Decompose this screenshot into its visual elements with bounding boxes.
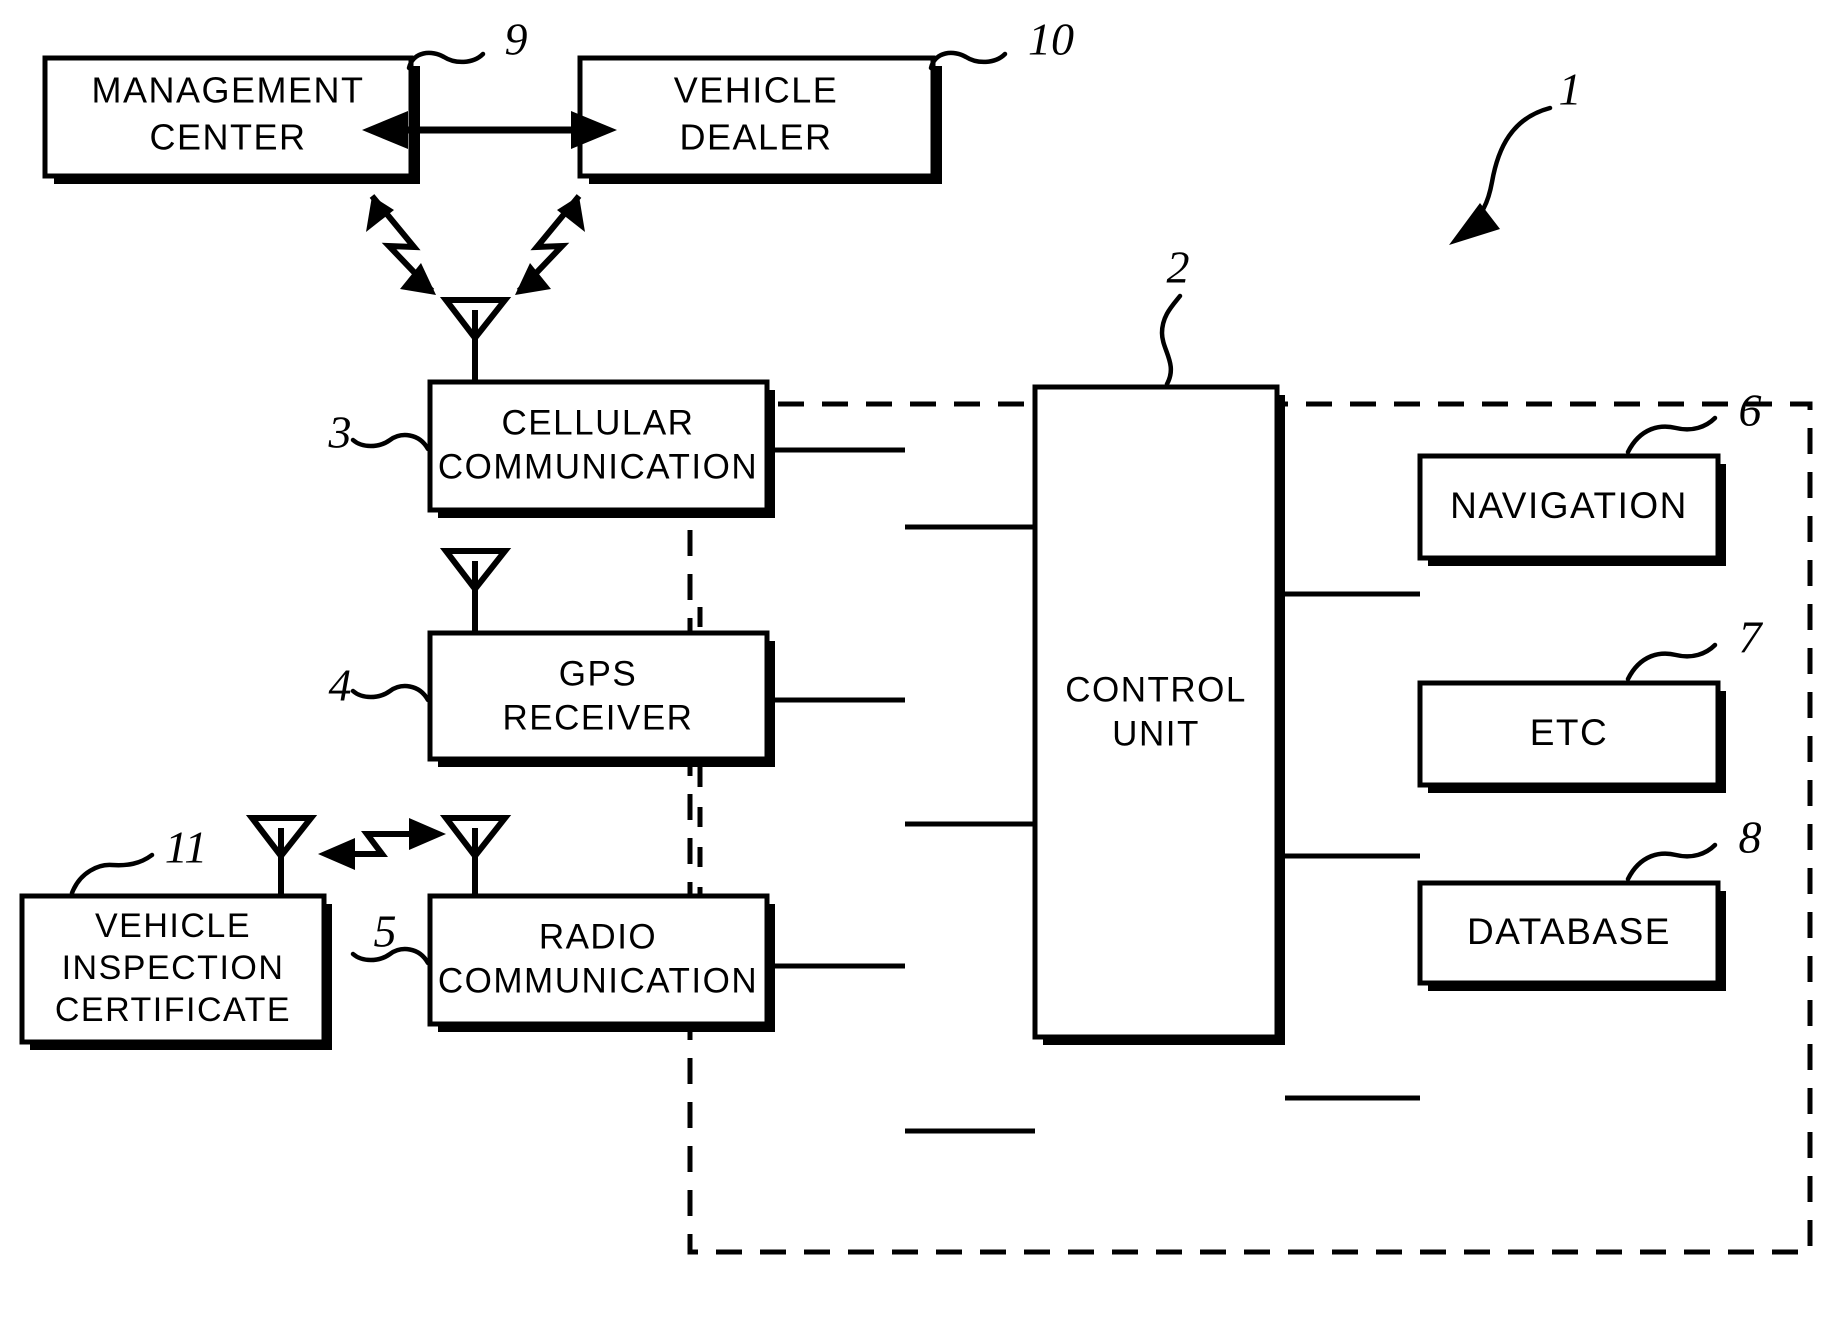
gps-receiver-box[interactable] [427,630,770,762]
vehicle-dealer-label-line2: DEALER [679,117,832,158]
radio-communication-box[interactable] [427,893,770,1027]
leader-line-6 [1625,415,1718,455]
leader-line-10 [928,50,1008,71]
ref-number-10: 10 [1028,14,1074,65]
cellular-label-line2: COMMUNICATION [438,447,758,486]
ref-number-5: 5 [374,906,397,957]
ref-number-2: 2 [1167,242,1190,293]
database-label: DATABASE [1467,911,1671,952]
ref-number-9: 9 [505,14,528,65]
leader-line-11 [69,852,155,896]
figure-canvas: MANAGEMENT CENTER VEHICLE DEALER 9 10 1 [0,0,1829,1320]
bolt-management-center-link [366,194,436,295]
arrowhead-1 [1449,203,1500,245]
bolt-vehicle-dealer-link [515,194,585,295]
ref-number-3: 3 [328,407,352,458]
ref-number-6: 6 [1739,385,1762,436]
cellular-communication-box[interactable] [427,379,770,513]
vehicle-dealer-label-line1: VEHICLE [674,70,839,111]
gps-antenna-icon [439,548,512,633]
leader-line-7 [1625,642,1718,682]
bolt-certificate-radio-link [318,818,446,870]
ref-number-8: 8 [1739,812,1762,863]
certificate-label-line1: VEHICLE [95,907,251,945]
radio-antenna-icon [439,815,512,896]
ref-number-7: 7 [1739,612,1764,663]
gps-label-line1: GPS [559,654,637,693]
ref-number-1: 1 [1559,64,1582,115]
cellular-antenna-icon [439,297,512,382]
radio-label-line1: RADIO [539,917,657,956]
navigation-label: NAVIGATION [1450,485,1688,526]
diagram-svg: MANAGEMENT CENTER VEHICLE DEALER 9 10 1 [19,14,1813,1255]
certificate-label-line3: CERTIFICATE [55,991,291,1029]
leader-line-8 [1625,842,1718,882]
ref-number-11: 11 [165,822,208,873]
ref-number-4: 4 [329,660,352,711]
control-unit-box[interactable] [1032,384,1280,1040]
management-center-label-line1: MANAGEMENT [91,70,364,111]
management-center-label-line2: CENTER [149,117,306,158]
control-unit-label-line2: UNIT [1112,714,1200,753]
cellular-label-line1: CELLULAR [502,403,695,442]
leader-line-4 [350,683,431,703]
certificate-antenna-icon [245,815,318,896]
leader-line-3 [350,432,431,452]
gps-label-line2: RECEIVER [503,698,694,737]
control-unit-label-line1: CONTROL [1065,670,1247,709]
etc-label: ETC [1530,712,1609,753]
radio-label-line2: COMMUNICATION [438,961,758,1000]
leader-line-2 [1159,293,1183,387]
arrow-center-dealer [362,111,617,149]
certificate-label-line2: INSPECTION [62,949,285,987]
leader-line-9 [406,50,486,71]
